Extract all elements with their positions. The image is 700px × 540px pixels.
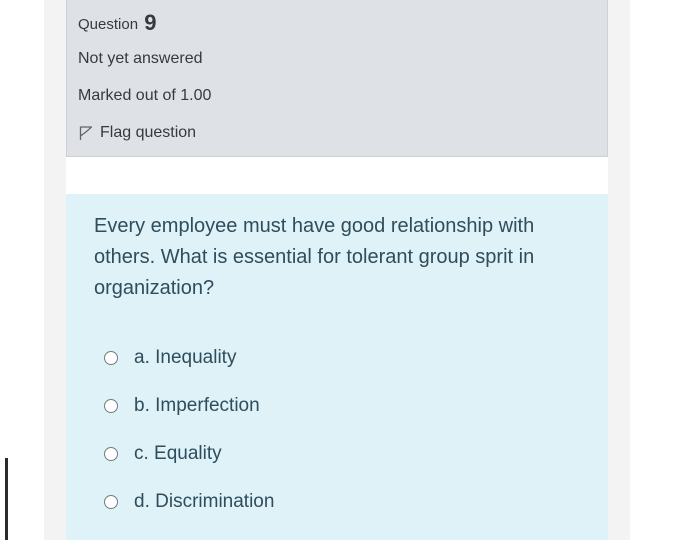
- answer-option-d[interactable]: d. Discrimination: [104, 478, 564, 526]
- question-info-panel: Question 9 Not yet answered Marked out o…: [66, 0, 608, 157]
- radio-button[interactable]: [104, 351, 118, 365]
- answer-option-c[interactable]: c. Equality: [104, 430, 564, 478]
- radio-button[interactable]: [104, 495, 118, 509]
- answer-option-b[interactable]: b. Imperfection: [104, 382, 564, 430]
- left-edge-divider: [5, 458, 8, 540]
- question-prefix: Question: [78, 16, 139, 33]
- question-content-panel: Every employee must have good relationsh…: [66, 194, 608, 540]
- flag-question-link[interactable]: Flag question: [78, 124, 196, 142]
- answer-label: c. Equality: [134, 443, 222, 464]
- question-text: Every employee must have good relationsh…: [94, 215, 535, 299]
- flag-question-label: Flag question: [100, 124, 197, 141]
- answer-label: a. Inequality: [134, 347, 237, 368]
- question-grade: Marked out of 1.00: [78, 87, 212, 104]
- question-number: 9: [144, 10, 157, 35]
- panel-gap: [66, 157, 608, 194]
- answer-label: d. Discrimination: [134, 491, 275, 512]
- question-state: Not yet answered: [78, 50, 203, 67]
- answer-label: b. Imperfection: [134, 395, 260, 416]
- flag-icon: [78, 125, 94, 141]
- radio-button[interactable]: [104, 447, 118, 461]
- answer-option-a[interactable]: a. Inequality: [104, 334, 564, 382]
- question-number-heading: Question 9: [78, 10, 156, 36]
- answer-list: a. Inequality b. Imperfection c. Equalit…: [104, 334, 564, 526]
- radio-button[interactable]: [104, 399, 118, 413]
